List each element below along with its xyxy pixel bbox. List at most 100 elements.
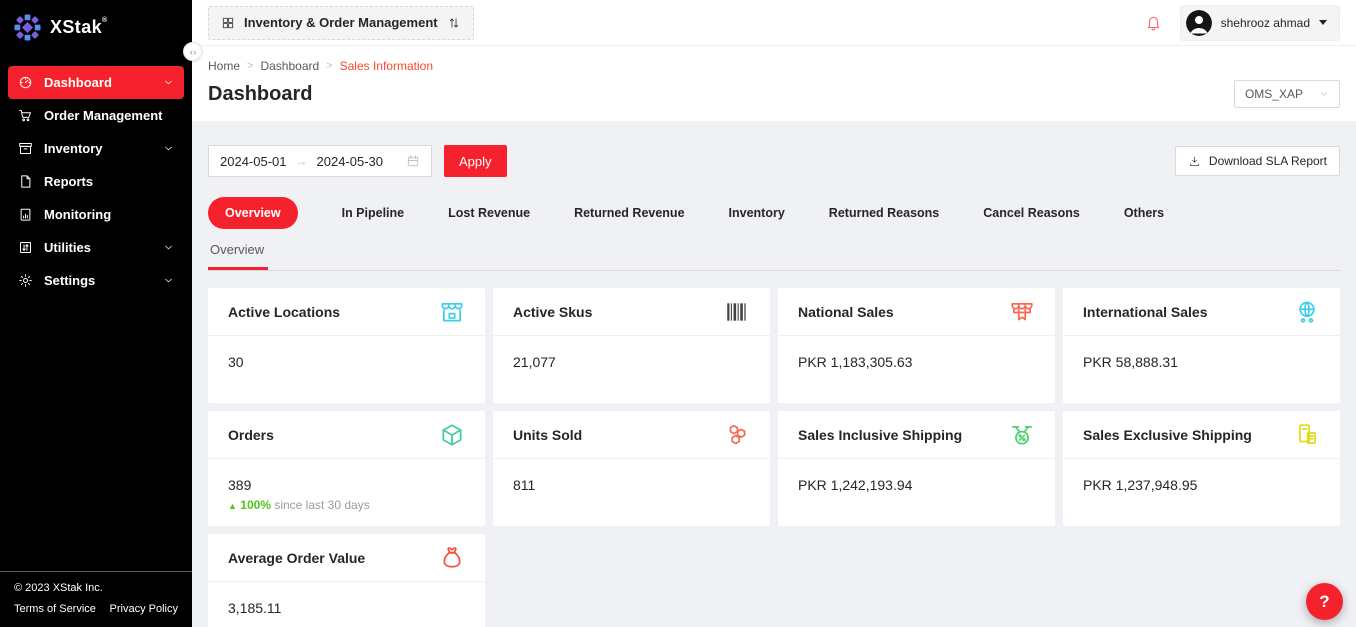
tab-lost-revenue[interactable]: Lost Revenue <box>448 206 530 220</box>
help-button[interactable]: ? <box>1306 583 1343 620</box>
avatar <box>1186 10 1212 36</box>
date-range-picker[interactable]: 2024-05-01 → 2024-05-30 <box>208 145 432 177</box>
card-value: PKR 1,242,193.94 <box>798 477 1035 493</box>
monitoring-icon <box>18 207 33 222</box>
tab-overview[interactable]: Overview <box>208 197 298 229</box>
subtab-overview[interactable]: Overview <box>208 242 268 270</box>
card-title: Sales Inclusive Shipping <box>798 427 962 443</box>
metric-card-sales-inclusive-shipping: Sales Inclusive Shipping PKR 1,242,193.94 <box>778 411 1055 526</box>
user-menu[interactable]: shehrooz ahmad <box>1180 5 1340 41</box>
terms-of-service-link[interactable]: Terms of Service <box>14 603 96 615</box>
sidebar-item-label: Dashboard <box>44 75 152 90</box>
swap-vertical-icon <box>447 16 461 30</box>
workspace-switcher[interactable]: Inventory & Order Management <box>208 6 474 40</box>
breadcrumb: Home > Dashboard > Sales Information <box>192 46 1356 75</box>
sidebar-item-label: Order Management <box>44 108 174 123</box>
card-value: PKR 1,237,948.95 <box>1083 477 1320 493</box>
app-logo[interactable]: XStak® <box>0 0 192 50</box>
chevron-down-icon <box>1319 89 1329 99</box>
metric-card-active-locations: Active Locations30 <box>208 288 485 403</box>
chevron-down-icon <box>163 77 174 88</box>
card-title: Units Sold <box>513 427 582 443</box>
sidebar-menu: Dashboard Order Management Inventory Report… <box>0 50 192 571</box>
money-bag-icon <box>439 545 465 571</box>
trend-up-icon: ▲ <box>228 501 237 511</box>
breadcrumb-home[interactable]: Home <box>208 59 240 73</box>
sidebar-collapse-toggle[interactable]: ‹ › <box>183 42 202 61</box>
sidebar-item-label: Utilities <box>44 240 152 255</box>
tab-inventory[interactable]: Inventory <box>729 206 785 220</box>
metric-card-active-skus: Active Skus21,077 <box>493 288 770 403</box>
main-area: Inventory & Order Management shehrooz ah… <box>192 0 1356 627</box>
tab-returned-revenue[interactable]: Returned Revenue <box>574 206 684 220</box>
utilities-icon <box>18 240 33 255</box>
card-title: Average Order Value <box>228 550 365 566</box>
metric-card-sales-exclusive-shipping: Sales Exclusive ShippingPKR 1,237,948.95 <box>1063 411 1340 526</box>
download-label: Download SLA Report <box>1209 154 1327 168</box>
dashboard-icon <box>18 75 33 90</box>
breadcrumb-separator: > <box>247 60 253 72</box>
card-trend: ▲ 100% since last 30 days <box>228 498 465 512</box>
grid-icon <box>221 16 235 30</box>
card-value: PKR 1,183,305.63 <box>798 354 1035 370</box>
cart-icon <box>18 108 33 123</box>
receipt-icon <box>1294 422 1320 448</box>
sidebar-item-order-management[interactable]: Order Management <box>8 99 184 132</box>
calendar-icon <box>406 154 420 168</box>
workspace-label: Inventory & Order Management <box>244 15 438 30</box>
chevron-down-icon <box>163 143 174 154</box>
store-sales-icon <box>1009 299 1035 325</box>
card-value: 811 <box>513 477 750 493</box>
sidebar-item-dashboard[interactable]: Dashboard <box>8 66 184 99</box>
sidebar-item-label: Reports <box>44 174 174 189</box>
sidebar-item-utilities[interactable]: Utilities <box>8 231 184 264</box>
copyright-text: © 2023 XStak Inc. <box>14 582 178 594</box>
title-row: Dashboard OMS_XAP <box>192 75 1356 121</box>
breadcrumb-dashboard[interactable]: Dashboard <box>260 59 319 73</box>
tab-cancel-reasons[interactable]: Cancel Reasons <box>983 206 1080 220</box>
tab-returned-reasons[interactable]: Returned Reasons <box>829 206 939 220</box>
date-from-input[interactable]: 2024-05-01 <box>220 154 287 169</box>
globe-cart-icon <box>1294 299 1320 325</box>
tab-others[interactable]: Others <box>1124 206 1164 220</box>
metric-card-average-order-value: Average Order Value3,185.11 <box>208 534 485 627</box>
download-icon <box>1188 155 1201 168</box>
barcode-icon <box>724 299 750 325</box>
page-title: Dashboard <box>208 83 312 106</box>
metric-card-international-sales: International Sales PKR 58,888.31 <box>1063 288 1340 403</box>
metric-card-national-sales: National SalesPKR 1,183,305.63 <box>778 288 1055 403</box>
sidebar-footer: © 2023 XStak Inc. Terms of Service Priva… <box>0 571 192 627</box>
card-value: 389 <box>228 477 465 493</box>
card-value: PKR 58,888.31 <box>1083 354 1320 370</box>
chevron-down-icon <box>1319 20 1327 25</box>
trend-percent: 100% <box>240 498 271 512</box>
settings-icon <box>18 273 33 288</box>
sidebar-item-label: Monitoring <box>44 207 174 222</box>
card-title: Active Skus <box>513 304 592 320</box>
metric-card-units-sold: Units Sold 811 <box>493 411 770 526</box>
download-sla-report-button[interactable]: Download SLA Report <box>1175 146 1340 176</box>
arrow-right-icon: → <box>296 154 308 168</box>
sidebar-item-monitoring[interactable]: Monitoring <box>8 198 184 231</box>
sidebar-item-settings[interactable]: Settings <box>8 264 184 297</box>
top-bar: Inventory & Order Management shehrooz ah… <box>192 0 1356 46</box>
card-title: Active Locations <box>228 304 340 320</box>
date-to-input[interactable]: 2024-05-30 <box>317 154 384 169</box>
chevron-down-icon <box>163 275 174 286</box>
sidebar-item-inventory[interactable]: Inventory <box>8 132 184 165</box>
apply-button[interactable]: Apply <box>444 145 507 177</box>
chevron-down-icon <box>163 242 174 253</box>
privacy-policy-link[interactable]: Privacy Policy <box>110 603 178 615</box>
storefront-icon <box>439 299 465 325</box>
store-select[interactable]: OMS_XAP <box>1234 80 1340 108</box>
user-name: shehrooz ahmad <box>1221 16 1310 30</box>
sidebar-item-reports[interactable]: Reports <box>8 165 184 198</box>
sidebar-item-label: Settings <box>44 273 152 288</box>
notification-bell-icon[interactable] <box>1145 14 1162 31</box>
subtab-bar: Overview <box>208 241 1340 271</box>
xstak-logo-icon <box>14 14 41 41</box>
tab-in-pipeline[interactable]: In Pipeline <box>342 206 405 220</box>
sidebar: XStak® Dashboard Order Management Inventor… <box>0 0 192 627</box>
card-title: International Sales <box>1083 304 1207 320</box>
dashboard-content: 2024-05-01 → 2024-05-30 Apply Download S… <box>192 121 1356 627</box>
